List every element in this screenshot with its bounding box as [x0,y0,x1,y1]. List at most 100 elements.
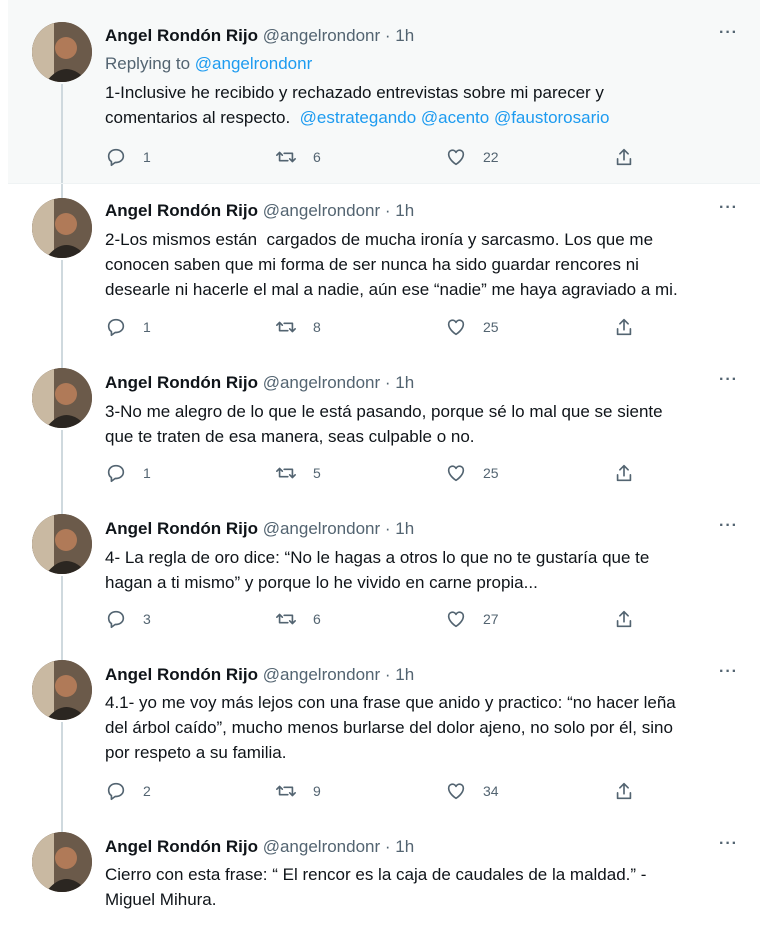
author-name[interactable]: Angel Rondón Rijo [105,26,258,45]
replying-target-link[interactable]: @angelrondonr [195,54,312,73]
reply-icon [107,318,125,337]
more-options-icon[interactable]: ··· [719,835,738,853]
tweet-time[interactable]: · 1h [385,519,414,538]
share-button[interactable] [613,462,635,484]
retweet-count: 9 [313,783,321,799]
tweet-text: 1-Inclusive he recibido y rechazado entr… [105,80,745,130]
tweet-text: 3-No me alegro de lo que le está pasando… [105,402,663,446]
author-name[interactable]: Angel Rondón Rijo [105,837,258,856]
reply-icon [107,148,125,167]
tweet-4[interactable]: Angel Rondón Rijo @angelrondonr · 1h ···… [8,500,760,646]
tweet-1[interactable]: Angel Rondón Rijo @angelrondonr · 1h ···… [8,0,760,183]
tweet-time[interactable]: · 1h [385,665,414,684]
like-button[interactable]: 27 [445,608,499,630]
tweet-2[interactable]: Angel Rondón Rijo @angelrondonr · 1h ···… [8,184,760,354]
retweet-count: 5 [313,465,321,481]
avatar[interactable] [32,22,92,82]
share-button[interactable] [613,316,635,338]
share-icon [616,464,632,482]
retweet-button[interactable]: 5 [275,462,321,484]
mention-link[interactable]: @acento [421,108,489,127]
like-count: 25 [483,465,499,481]
thread-connector [61,260,63,354]
reply-count: 3 [143,611,151,627]
mention-link[interactable]: @estrategando [300,108,417,127]
author-handle[interactable]: @angelrondonr [263,837,380,856]
retweet-button[interactable]: 8 [275,316,321,338]
avatar[interactable] [32,198,92,258]
tweet-actions: 2 9 34 [105,780,665,802]
author-name[interactable]: Angel Rondón Rijo [105,373,258,392]
avatar[interactable] [32,660,92,720]
thread-connector [61,500,63,514]
share-button[interactable] [613,608,635,630]
like-button[interactable]: 25 [445,462,499,484]
heart-icon [447,783,465,800]
replying-to: Replying to @angelrondonr [105,52,312,76]
avatar[interactable] [32,368,92,428]
tweet-time[interactable]: · 1h [385,373,414,392]
reply-button[interactable]: 1 [105,316,151,338]
tweet-time[interactable]: · 1h [385,26,414,45]
author-handle[interactable]: @angelrondonr [263,665,380,684]
tweet-header: Angel Rondón Rijo @angelrondonr · 1h [105,24,414,48]
like-count: 34 [483,783,499,799]
like-button[interactable]: 25 [445,316,499,338]
more-options-icon[interactable]: ··· [719,24,738,42]
tweet-time[interactable]: · 1h [385,837,414,856]
reply-button[interactable]: 1 [105,462,151,484]
share-button[interactable] [613,780,635,802]
reply-button[interactable]: 1 [105,146,151,168]
avatar-photo-icon [32,368,92,428]
retweet-icon [276,321,296,333]
tweet-5[interactable]: Angel Rondón Rijo @angelrondonr · 1h ···… [8,646,760,818]
thread-connector [61,184,63,198]
more-options-icon[interactable]: ··· [719,371,738,389]
avatar[interactable] [32,832,92,892]
author-handle[interactable]: @angelrondonr [263,519,380,538]
reply-icon [107,464,125,483]
like-button[interactable]: 34 [445,780,499,802]
avatar-photo-icon [32,660,92,720]
heart-icon [447,465,465,482]
thread-connector [61,646,63,660]
mention-link[interactable]: @faustorosario [494,108,610,127]
share-button[interactable] [613,146,635,168]
author-name[interactable]: Angel Rondón Rijo [105,519,258,538]
retweet-icon [276,785,296,797]
author-handle[interactable]: @angelrondonr [263,373,380,392]
tweet-3[interactable]: Angel Rondón Rijo @angelrondonr · 1h ···… [8,354,760,500]
tweet-actions: 1 8 25 [105,316,665,338]
author-handle[interactable]: @angelrondonr [263,201,380,220]
heart-icon [447,149,465,166]
author-name[interactable]: Angel Rondón Rijo [105,201,258,220]
more-options-icon[interactable]: ··· [719,663,738,681]
more-options-icon[interactable]: ··· [719,517,738,535]
like-count: 25 [483,319,499,335]
tweet-text: 4- La regla de oro dice: “No le hagas a … [105,548,650,592]
retweet-icon [276,467,296,479]
avatar-photo-icon [32,198,92,258]
tweet-time[interactable]: · 1h [385,201,414,220]
thread-connector [61,722,63,818]
avatar[interactable] [32,514,92,574]
reply-button[interactable]: 3 [105,608,151,630]
more-options-icon[interactable]: ··· [719,199,738,217]
author-handle[interactable]: @angelrondonr [263,26,380,45]
retweet-button[interactable]: 6 [275,608,321,630]
tweet-6[interactable]: Angel Rondón Rijo @angelrondonr · 1h ···… [8,818,760,927]
author-name[interactable]: Angel Rondón Rijo [105,665,258,684]
like-button[interactable]: 22 [445,146,499,168]
thread-timeline: Angel Rondón Rijo @angelrondonr · 1h ···… [0,0,768,927]
like-count: 22 [483,149,499,165]
like-count: 27 [483,611,499,627]
reply-count: 1 [143,149,151,165]
tweet-text: 4.1- yo me voy más lejos con una frase q… [105,693,676,762]
retweet-button[interactable]: 6 [275,146,321,168]
retweet-button[interactable]: 9 [275,780,321,802]
thread-connector [61,354,63,368]
reply-icon [107,610,125,629]
share-icon [616,318,632,336]
tweet-actions: 1 6 22 [105,146,665,168]
reply-button[interactable]: 2 [105,780,151,802]
